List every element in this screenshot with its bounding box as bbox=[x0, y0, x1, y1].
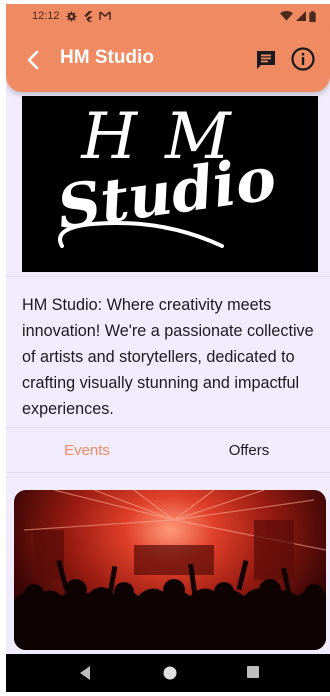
back-arrow-icon[interactable] bbox=[24, 48, 42, 72]
studio-logo-image: HM Studio bbox=[22, 96, 318, 272]
signal-icon bbox=[296, 11, 306, 21]
concert-crowd-photo bbox=[14, 490, 326, 650]
battery-icon bbox=[309, 10, 316, 22]
status-left: 12:12 bbox=[32, 10, 111, 22]
logo-swash bbox=[58, 220, 224, 248]
studio-description: HM Studio: Where creativity meets innova… bbox=[22, 296, 314, 418]
recents-square-icon[interactable] bbox=[246, 665, 260, 679]
status-time: 12:12 bbox=[32, 10, 60, 22]
event-card-image[interactable] bbox=[14, 490, 326, 650]
tab-offers[interactable]: Offers bbox=[168, 428, 330, 472]
back-triangle-icon[interactable] bbox=[78, 665, 92, 681]
chat-icon[interactable] bbox=[254, 48, 278, 72]
tab-events[interactable]: Events bbox=[6, 428, 168, 472]
wifi-icon bbox=[280, 11, 293, 21]
status-bar: 12:12 bbox=[6, 4, 330, 28]
gmail-icon bbox=[98, 11, 111, 20]
tab-bar: Events Offers bbox=[6, 428, 330, 472]
flutter-icon bbox=[83, 10, 93, 22]
settings-icon bbox=[65, 10, 77, 22]
divider bbox=[6, 276, 330, 277]
home-circle-icon[interactable] bbox=[162, 665, 178, 681]
phone-screen: 12:12 HM Studio HM Studio HM Studio: Whe… bbox=[6, 4, 330, 692]
app-bar: HM Studio bbox=[6, 28, 330, 92]
status-right bbox=[280, 10, 316, 22]
info-icon[interactable] bbox=[290, 46, 316, 72]
divider bbox=[6, 472, 330, 473]
system-nav-bar bbox=[6, 654, 330, 692]
page-title: HM Studio bbox=[60, 47, 154, 68]
